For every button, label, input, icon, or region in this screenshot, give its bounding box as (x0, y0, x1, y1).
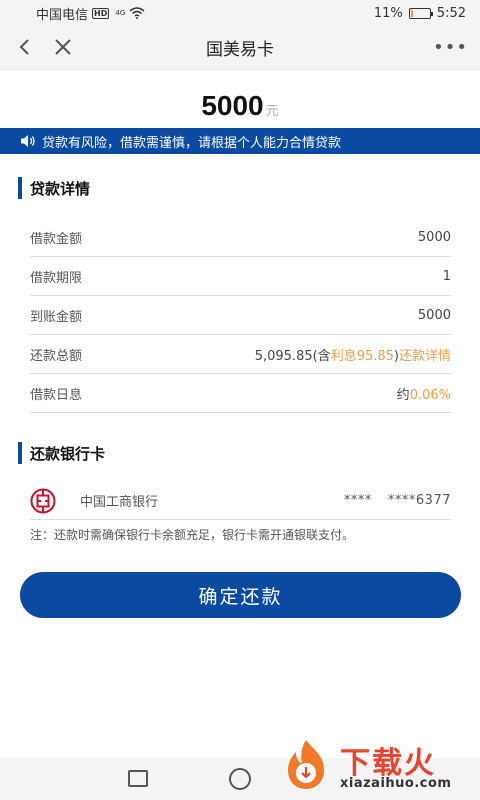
interest-amount: 利息95.85 (330, 348, 394, 364)
bank-name: 中国工商银行 (80, 495, 159, 510)
watermark-url: xiazaihuo.com (340, 776, 452, 791)
battery-fill (410, 9, 413, 17)
risk-notice-text: 贷款有风险，借款需谨慎，请根据个人能力合情贷款 (42, 135, 342, 151)
section-accent-bar (18, 177, 22, 199)
status-bar: 中国电信 HD 4G 11% 5:52 (0, 0, 480, 26)
detail-row-received-amount: 到账金额 5000 (30, 296, 451, 335)
loan-details-title: 贷款详情 (30, 179, 91, 198)
more-options-icon[interactable]: ••• (433, 37, 468, 58)
detail-value: 1 (442, 268, 451, 284)
detail-label: 借款金额 (30, 231, 83, 247)
loan-amount-unit: 元 (265, 104, 279, 119)
card-number-group: **** ****6377 (344, 493, 451, 508)
speaker-icon (21, 135, 35, 147)
card-mask: **** (343, 493, 372, 508)
approx-prefix: 约 (396, 387, 410, 403)
loan-details-header: 贷款详情 (18, 177, 90, 199)
repayment-card-header: 还款银行卡 (18, 442, 105, 464)
network-type: 4G (115, 8, 126, 17)
clock: 5:52 (436, 5, 466, 21)
detail-label: 借款日息 (30, 387, 83, 403)
confirm-repayment-button[interactable]: 确定还款 (20, 572, 461, 618)
detail-row-loan-amount: 借款金额 5000 (30, 218, 451, 257)
daily-interest-value: 约0.06% (397, 384, 451, 403)
detail-label: 到账金额 (30, 309, 83, 325)
battery-icon (408, 7, 433, 19)
recent-apps-icon[interactable] (128, 770, 148, 787)
repayment-card-title: 还款银行卡 (30, 444, 106, 463)
close-icon[interactable] (52, 36, 74, 58)
loan-amount-display: 5000 元 (0, 90, 480, 122)
repayment-note: 注：还款时需确保银行卡余额充足，银行卡需开通银联支付。 (30, 528, 355, 542)
home-icon[interactable] (229, 768, 251, 790)
hd-badge: HD (92, 7, 110, 19)
card-number: ****6377 (387, 493, 451, 508)
total-amount: 5,095.85(含 (254, 348, 331, 364)
detail-row-total-repayment: 还款总额 5,095.85(含利息95.85)还款详情 (30, 335, 451, 374)
detail-value: 5000 (417, 229, 451, 245)
detail-label: 还款总额 (30, 348, 83, 364)
daily-interest-rate: 0.06% (409, 387, 451, 403)
risk-notice-banner: 贷款有风险，借款需谨慎，请根据个人能力合情贷款 (0, 128, 480, 154)
back-arrow-icon[interactable] (14, 36, 36, 58)
battery-percent: 11% (373, 5, 403, 21)
status-right: 11% 5:52 (374, 6, 466, 21)
detail-value: 5000 (417, 307, 451, 323)
loan-details-list: 借款金额 5000 借款期限 1 到账金额 5000 还款总额 5,095.85… (30, 218, 451, 413)
repayment-details-link[interactable]: 还款详情 (399, 349, 451, 364)
navigation-bar: 国美易卡 ••• (0, 26, 480, 70)
carrier-group: 中国电信 HD 4G (36, 4, 145, 23)
wifi-icon (129, 7, 145, 19)
watermark: 下载火 xiazaihuo.com (278, 736, 474, 796)
flame-logo-icon (288, 740, 324, 789)
carrier-name: 中国电信 (36, 7, 89, 23)
detail-row-loan-term: 借款期限 1 (30, 257, 451, 296)
icbc-logo-icon (30, 488, 56, 513)
detail-label: 借款期限 (30, 270, 83, 286)
total-repayment-value: 5,095.85(含利息95.85)还款详情 (255, 345, 451, 364)
detail-row-daily-interest: 借款日息 约0.06% (30, 374, 451, 413)
loan-amount-value: 5000 (201, 90, 264, 121)
bank-card-row[interactable]: 中国工商银行 **** ****6377 (30, 482, 451, 520)
section-accent-bar (18, 442, 22, 464)
